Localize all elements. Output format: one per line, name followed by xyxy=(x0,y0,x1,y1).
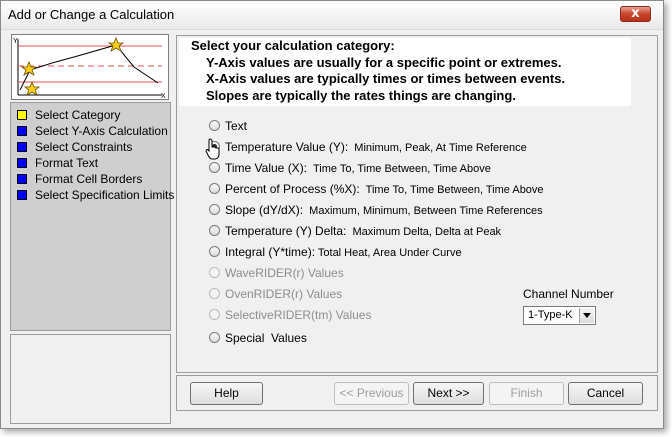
instructions-line: Y-Axis values are usually for a specific… xyxy=(206,54,562,70)
step-status-icon xyxy=(17,190,27,200)
step-status-icon xyxy=(17,174,27,184)
option-detail: Minimum, Peak, At Time Reference xyxy=(348,142,527,154)
channel-number-label: Channel Number xyxy=(523,287,614,301)
info-box xyxy=(10,334,171,424)
step-select-y-axis-calculation[interactable]: Select Y-Axis Calculation xyxy=(11,123,170,139)
peak-star-icon xyxy=(107,36,125,52)
option-name: Special Values xyxy=(225,331,307,345)
radio-button[interactable] xyxy=(209,309,220,320)
window-title: Add or Change a Calculation xyxy=(8,7,175,22)
option-name: Slope (dY/dX): xyxy=(225,203,304,217)
category-panel: Select your calculation category: Y-Axis… xyxy=(176,35,658,373)
option-name: Time Value (X): xyxy=(225,161,308,175)
previous-button[interactable]: << Previous xyxy=(334,382,409,405)
instructions-box: Select your calculation category: Y-Axis… xyxy=(179,38,631,106)
channel-number-value: 1-Type-K xyxy=(528,309,573,321)
close-button[interactable]: x xyxy=(620,6,651,22)
radio-button[interactable] xyxy=(209,332,220,343)
option-detail: Total Heat, Area Under Curve xyxy=(315,247,462,259)
wizard-step-list: Select Category Select Y-Axis Calculatio… xyxy=(10,102,174,331)
instructions-line: X-Axis values are typically times or tim… xyxy=(206,71,566,86)
radio-button[interactable] xyxy=(209,246,220,257)
step-label: Select Specification Limits xyxy=(35,188,175,202)
profile-graph-icon: Y X xyxy=(13,36,166,100)
option-detail: Time To, Time Between, Time Above xyxy=(359,184,544,196)
option-name: SelectiveRIDER(tm) Values xyxy=(225,308,372,322)
radio-button[interactable] xyxy=(209,288,220,299)
graph-thumbnail: Y X xyxy=(11,34,169,100)
graph-y-label: Y xyxy=(13,38,18,45)
graph-x-label: X xyxy=(161,93,166,99)
help-button[interactable]: Help xyxy=(190,382,263,405)
title-bar[interactable]: Add or Change a Calculation x xyxy=(1,1,663,30)
instructions-line: Slopes are typically the rates things ar… xyxy=(206,87,516,103)
step-select-specification-limits[interactable]: Select Specification Limits xyxy=(11,187,174,203)
option-name: Temperature (Y) Delta: xyxy=(225,224,347,238)
step-select-category[interactable]: Select Category xyxy=(11,107,170,123)
cancel-button[interactable]: Cancel xyxy=(568,382,643,405)
left-panel: Y X Select Category Select Y-Axis Calcul… xyxy=(4,31,174,426)
option-detail: Maximum, Minimum, Between Time Reference… xyxy=(303,205,543,217)
option-name: OvenRIDER(r) Values xyxy=(225,287,343,301)
radio-button[interactable] xyxy=(209,225,220,236)
bottom-star-icon xyxy=(23,80,41,96)
step-label: Select Category xyxy=(35,108,121,122)
step-format-cell-borders[interactable]: Format Cell Borders xyxy=(11,171,170,187)
step-label: Select Y-Axis Calculation xyxy=(35,124,168,138)
step-status-icon xyxy=(17,110,27,120)
channel-number-select[interactable]: 1-Type-K xyxy=(523,306,596,325)
dropdown-arrow-icon[interactable] xyxy=(579,308,594,323)
button-bar: Help << Previous Next >> Finish Cancel xyxy=(176,375,658,411)
step-label: Select Constraints xyxy=(35,140,133,154)
step-status-icon xyxy=(17,158,27,168)
radio-button[interactable] xyxy=(209,204,220,215)
option-name: WaveRIDER(r) Values xyxy=(225,266,344,280)
step-label: Format Cell Borders xyxy=(35,172,143,186)
step-format-text[interactable]: Format Text xyxy=(11,155,170,171)
option-name: Temperature Value (Y): xyxy=(225,140,349,154)
step-select-constraints[interactable]: Select Constraints xyxy=(11,139,170,155)
close-icon: x xyxy=(631,6,640,21)
finish-button[interactable]: Finish xyxy=(489,382,564,405)
option-name: Percent of Process (%X): xyxy=(225,182,360,196)
step-status-icon xyxy=(17,142,27,152)
step-label: Format Text xyxy=(35,156,99,170)
step-status-icon xyxy=(17,126,27,136)
radio-button[interactable] xyxy=(209,162,220,173)
radio-button[interactable] xyxy=(209,120,220,131)
radio-button[interactable] xyxy=(209,267,220,278)
option-detail: Maximum Delta, Delta at Peak xyxy=(346,226,502,238)
option-detail: Time To, Time Between, Time Above xyxy=(307,163,491,175)
profile-curve xyxy=(19,44,159,91)
option-name: Text xyxy=(225,119,248,133)
instructions-title: Select your calculation category: xyxy=(191,38,395,53)
option-name: Integral (Y*time): xyxy=(225,245,316,259)
next-button[interactable]: Next >> xyxy=(413,382,484,405)
dialog-window: Add or Change a Calculation x Y X Select… xyxy=(0,0,664,429)
mouse-pointer-icon xyxy=(205,138,220,160)
radio-button[interactable] xyxy=(209,183,220,194)
